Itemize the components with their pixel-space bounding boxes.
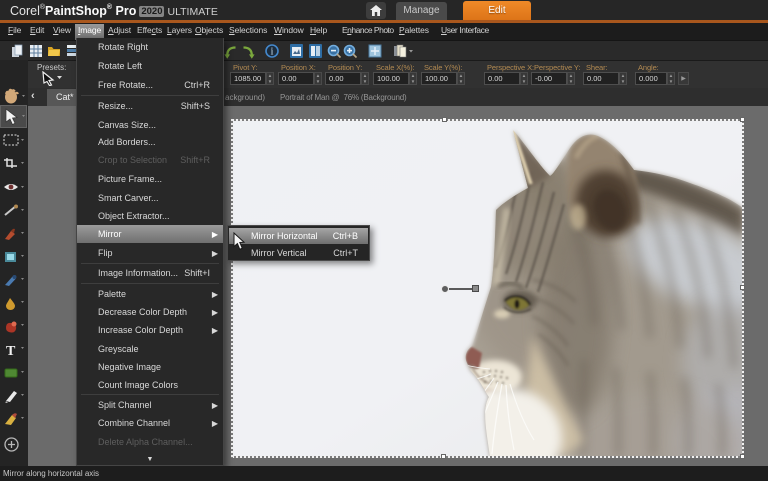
svg-text:i: i <box>271 47 274 58</box>
svg-text:T: T <box>6 344 16 357</box>
